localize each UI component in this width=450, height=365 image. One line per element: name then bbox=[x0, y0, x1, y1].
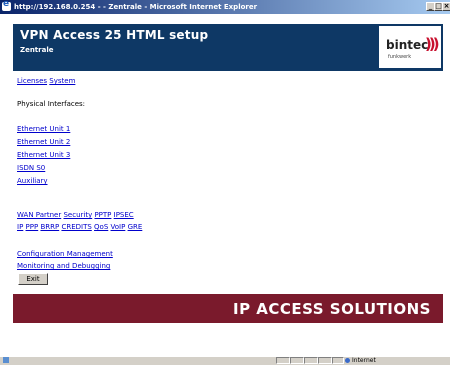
ie-icon bbox=[2, 0, 11, 11]
link-qos[interactable]: QoS bbox=[94, 223, 108, 231]
logo-subtext: funkwerk bbox=[388, 54, 412, 60]
link-isdn-s0[interactable]: ISDN S0 bbox=[17, 164, 45, 172]
page-status-icon bbox=[3, 357, 9, 363]
top-links: Licenses System bbox=[17, 77, 75, 85]
page-footer: IP ACCESS SOLUTIONS bbox=[13, 294, 443, 323]
link-credits[interactable]: CREDITS bbox=[61, 223, 91, 231]
exit-button[interactable]: Exit bbox=[18, 273, 48, 285]
link-licenses[interactable]: Licenses bbox=[17, 77, 47, 85]
link-ppp[interactable]: PPP bbox=[26, 223, 39, 231]
status-cell bbox=[332, 357, 344, 364]
internet-zone-icon bbox=[345, 358, 350, 363]
window-title: http://192.168.0.254 - - Zentrale - Micr… bbox=[14, 3, 258, 11]
title-bar: http://192.168.0.254 - - Zentrale - Micr… bbox=[0, 0, 450, 14]
logo-word: bintec bbox=[386, 38, 429, 52]
link-ip[interactable]: IP bbox=[17, 223, 23, 231]
link-brrp[interactable]: BRRP bbox=[40, 223, 59, 231]
logo-arcs-icon: ))) bbox=[425, 35, 439, 53]
link-ethernet-unit-1[interactable]: Ethernet Unit 1 bbox=[17, 125, 70, 133]
protocol-links-row: IP PPP BRRP CREDITS QoS VoIP GRE bbox=[17, 223, 142, 231]
physical-interfaces-label: Physical Interfaces: bbox=[17, 100, 86, 108]
link-auxiliary[interactable]: Auxiliary bbox=[17, 177, 48, 185]
zone-label: Internet bbox=[352, 357, 376, 364]
link-ethernet-unit-3[interactable]: Ethernet Unit 3 bbox=[17, 151, 70, 159]
link-voip[interactable]: VoIP bbox=[111, 223, 126, 231]
bintec-logo: bintec ))) funkwerk bbox=[379, 26, 441, 68]
page-title: VPN Access 25 HTML setup bbox=[20, 28, 209, 42]
status-cell bbox=[304, 357, 318, 364]
status-cell bbox=[290, 357, 304, 364]
status-cell bbox=[318, 357, 332, 364]
link-pptp[interactable]: PPTP bbox=[94, 211, 111, 219]
wan-links-row: WAN Partner Security PPTP IPSEC bbox=[17, 211, 134, 219]
link-ethernet-unit-2[interactable]: Ethernet Unit 2 bbox=[17, 138, 70, 146]
page-content: VPN Access 25 HTML setup Zentrale bintec… bbox=[0, 14, 450, 356]
link-ipsec[interactable]: IPSEC bbox=[114, 211, 134, 219]
page-subtitle: Zentrale bbox=[20, 46, 54, 54]
close-button[interactable]: × bbox=[442, 2, 450, 11]
link-gre[interactable]: GRE bbox=[128, 223, 143, 231]
link-configuration-management[interactable]: Configuration Management bbox=[17, 250, 113, 258]
link-monitoring-debugging[interactable]: Monitoring and Debugging bbox=[17, 262, 110, 270]
status-cell bbox=[276, 357, 290, 364]
link-wan-partner[interactable]: WAN Partner bbox=[17, 211, 61, 219]
link-system[interactable]: System bbox=[49, 77, 75, 85]
link-security[interactable]: Security bbox=[63, 211, 92, 219]
page-header: VPN Access 25 HTML setup Zentrale bintec… bbox=[13, 24, 443, 71]
footer-slogan: IP ACCESS SOLUTIONS bbox=[232, 300, 431, 318]
